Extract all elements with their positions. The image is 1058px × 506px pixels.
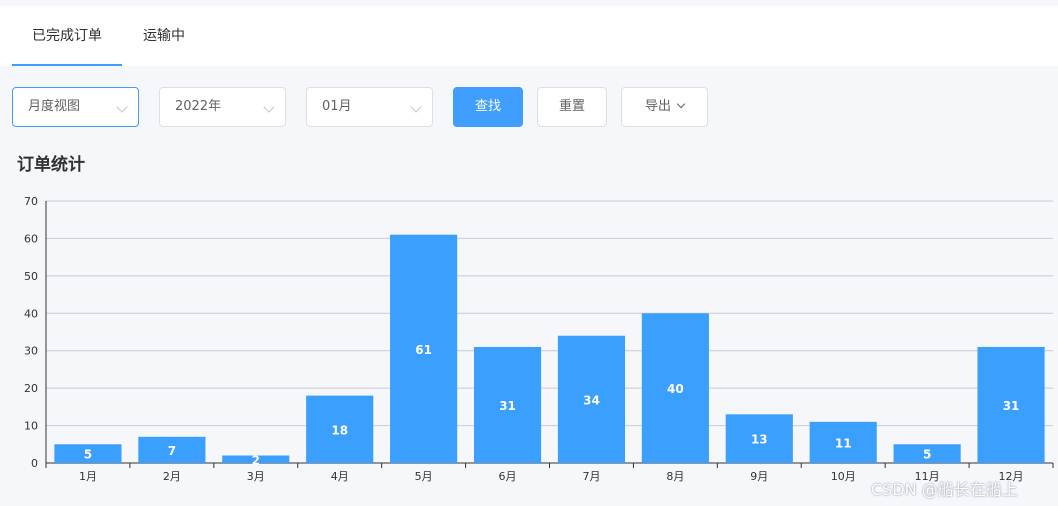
tab-in-transit[interactable]: 运输中 bbox=[122, 6, 206, 66]
x-tick-label: 1月 bbox=[79, 470, 97, 483]
data-label: 18 bbox=[331, 423, 348, 437]
tab-completed-orders[interactable]: 已完成订单 bbox=[12, 6, 122, 66]
data-label: 34 bbox=[583, 393, 600, 407]
data-label: 7 bbox=[168, 444, 176, 458]
data-label: 61 bbox=[415, 343, 432, 357]
data-label: 13 bbox=[751, 433, 768, 447]
y-tick-label: 20 bbox=[24, 382, 38, 395]
chevron-down-icon bbox=[676, 99, 686, 109]
chevron-down-icon bbox=[263, 101, 275, 113]
tab-bar: 已完成订单 运输中 bbox=[0, 6, 1058, 66]
chart-title: 订单统计 bbox=[17, 155, 85, 175]
data-label: 31 bbox=[499, 399, 516, 413]
x-tick-label: 6月 bbox=[499, 470, 517, 483]
x-tick-label: 4月 bbox=[331, 470, 349, 483]
chevron-down-icon bbox=[116, 101, 128, 113]
y-tick-label: 30 bbox=[24, 345, 38, 358]
export-label: 导出 bbox=[644, 99, 671, 114]
order-bar-chart: 0 10 20 30 40 50 60 70 5 1月 7 2月 2 3月 18 4月 61 5月 31 6月 34 7月… bbox=[24, 195, 1054, 483]
y-tick-label: 10 bbox=[24, 420, 38, 433]
search-button[interactable]: 查找 bbox=[453, 87, 523, 127]
data-label: 40 bbox=[667, 382, 684, 396]
chevron-down-icon bbox=[410, 101, 422, 113]
year-select-value: 2022年 bbox=[175, 99, 222, 114]
x-tick-label: 9月 bbox=[750, 470, 768, 483]
filter-bar: 月度视图 2022年 01月 查找 重置 导出 bbox=[0, 87, 1058, 127]
x-tick-label: 5月 bbox=[415, 470, 433, 483]
data-label: 5 bbox=[923, 448, 931, 462]
month-select-value: 01月 bbox=[322, 99, 352, 114]
y-tick-label: 60 bbox=[24, 232, 38, 245]
year-select[interactable]: 2022年 bbox=[159, 87, 286, 127]
watermark: CSDN @船长在船上 bbox=[871, 480, 1018, 499]
x-tick-label: 2月 bbox=[163, 470, 181, 483]
y-tick-label: 0 bbox=[31, 457, 38, 470]
data-label: 2 bbox=[252, 453, 260, 467]
data-label: 31 bbox=[1003, 399, 1020, 413]
x-tick-label: 8月 bbox=[666, 470, 684, 483]
x-tick-label: 3月 bbox=[247, 470, 265, 483]
view-select[interactable]: 月度视图 bbox=[12, 87, 139, 127]
reset-button[interactable]: 重置 bbox=[537, 87, 607, 127]
data-label: 11 bbox=[835, 436, 852, 450]
y-tick-label: 40 bbox=[24, 307, 38, 320]
y-tick-label: 50 bbox=[24, 270, 38, 283]
view-select-value: 月度视图 bbox=[28, 99, 81, 114]
y-tick-label: 70 bbox=[24, 195, 38, 208]
data-label: 5 bbox=[84, 448, 92, 462]
month-select[interactable]: 01月 bbox=[306, 87, 433, 127]
x-tick-label: 7月 bbox=[582, 470, 600, 483]
x-tick-label: 10月 bbox=[831, 470, 856, 483]
export-dropdown-button[interactable]: 导出 bbox=[621, 87, 708, 127]
